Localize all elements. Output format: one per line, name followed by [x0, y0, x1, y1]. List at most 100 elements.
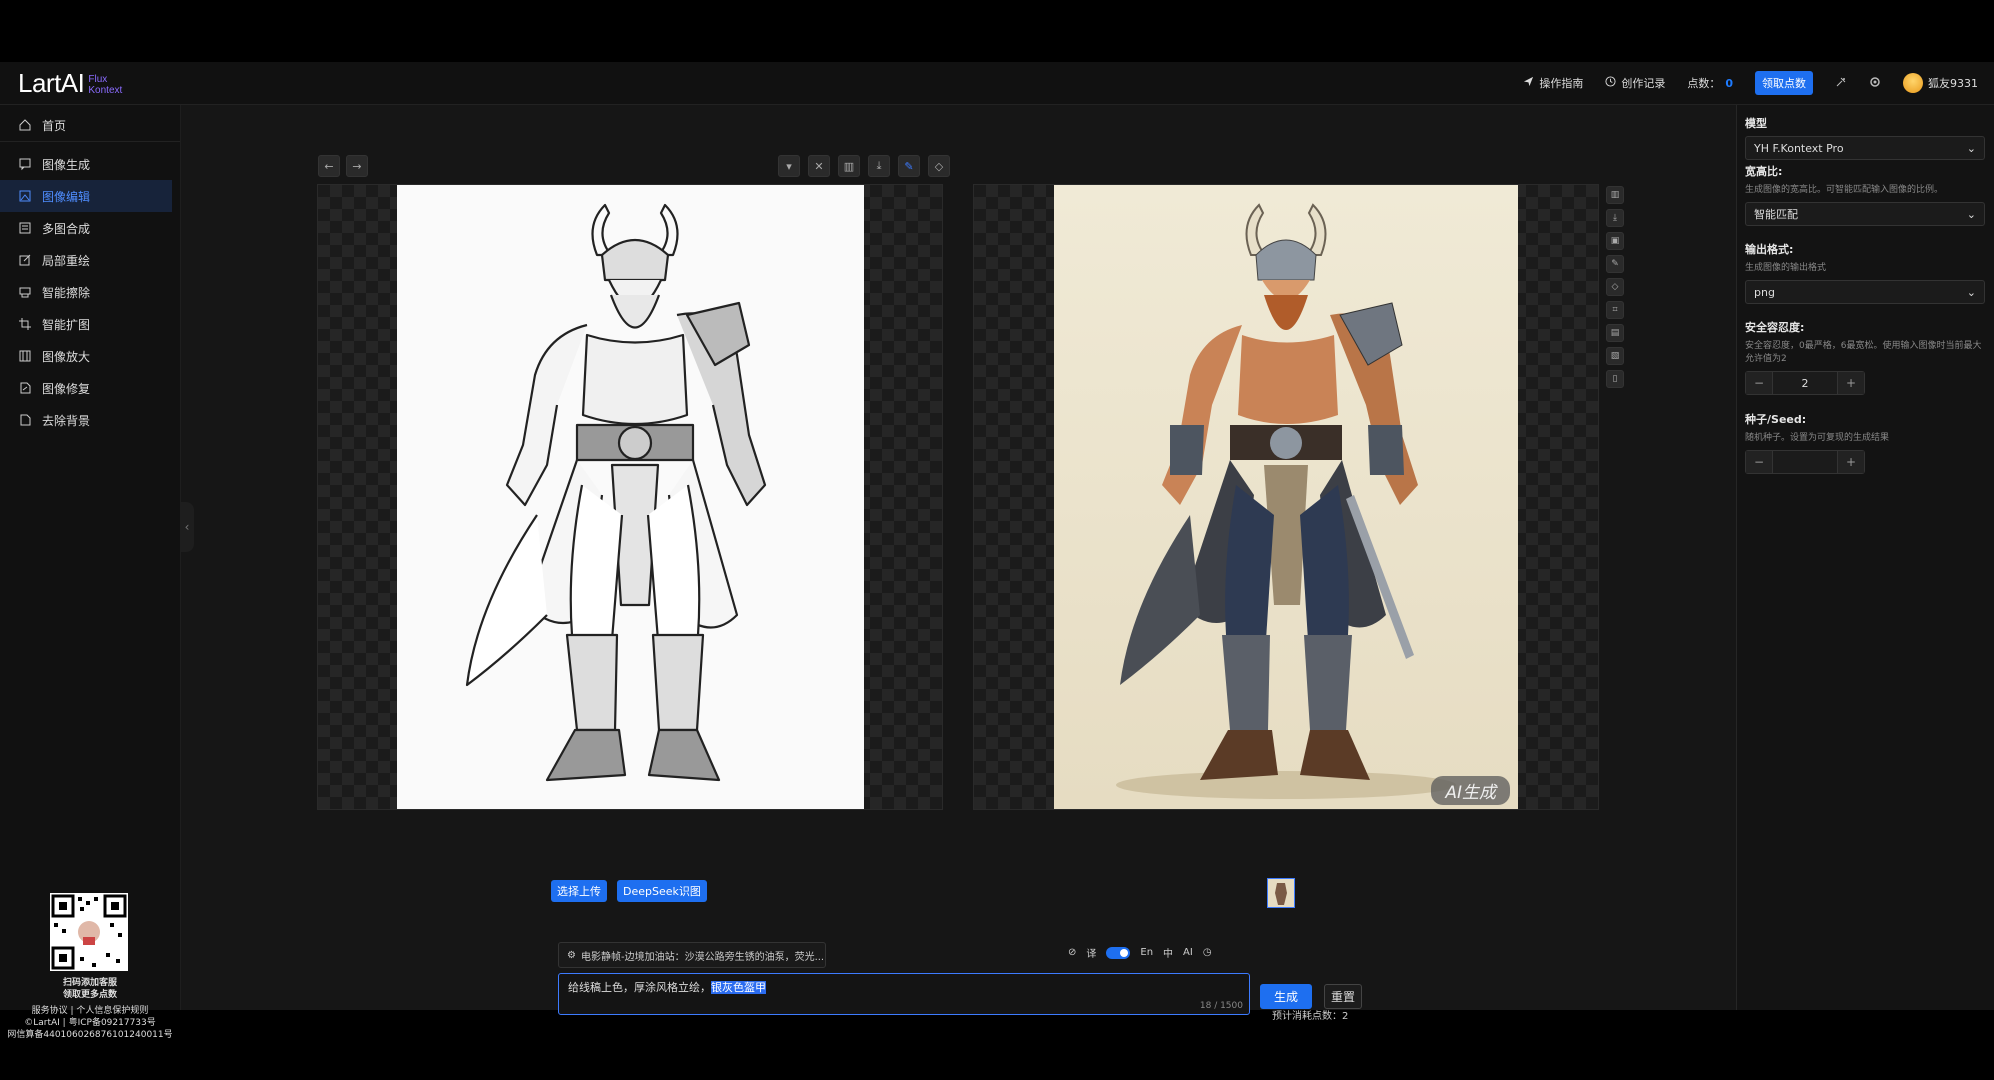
- reset-button[interactable]: 重置: [1324, 984, 1363, 1009]
- sidebar-item-image-edit[interactable]: 图像编辑: [0, 180, 172, 212]
- history-icon[interactable]: ◷: [1203, 947, 1212, 958]
- sidebar-item-upscale[interactable]: 图像放大: [0, 340, 180, 372]
- undo-button[interactable]: ←: [318, 155, 340, 177]
- output-color-image: AI生成: [1054, 185, 1518, 809]
- sidebar: 首页 图像生成 图像编辑 多图合成 局部重绘 智能擦除 智能扩图 图像放大 图像…: [0, 105, 181, 1040]
- sidebar-item-label: 图像编辑: [42, 189, 91, 204]
- sidebar-item-label: 智能擦除: [42, 285, 91, 300]
- qr-caption-1: 扫码添加客服: [62, 978, 117, 988]
- download-icon: ⤓: [876, 159, 882, 172]
- legal-links[interactable]: 服务协议 | 个人信息保护规则: [0, 1005, 180, 1017]
- download-button[interactable]: ⤓: [868, 155, 890, 177]
- input-image-panel[interactable]: [317, 184, 943, 810]
- delete-button[interactable]: ▥: [838, 155, 860, 177]
- input-actions: 选择上传 DeepSeek识图: [551, 880, 707, 902]
- prompt-preset-select[interactable]: ⚙ 电影静帧-边境加油站：沙漠公路旁生锈的油泵，荧光...: [558, 942, 826, 968]
- clear-icon[interactable]: ⊘: [1068, 947, 1076, 958]
- logo-sub: Flux Kontext: [88, 74, 122, 96]
- lang-en-button[interactable]: En: [1140, 947, 1153, 958]
- top-header: LartAI Flux Kontext 操作指南 创作记录 点数： 0 领取点数…: [0, 62, 1994, 105]
- points-display: 点数： 0: [1687, 75, 1733, 91]
- sidebar-item-multi-compose[interactable]: 多图合成: [0, 212, 180, 244]
- output-thumbnail[interactable]: [1267, 878, 1295, 908]
- seed-increment-button[interactable]: +: [1838, 451, 1864, 473]
- history-link[interactable]: 创作记录: [1605, 75, 1665, 91]
- sidebar-item-image-generate[interactable]: 图像生成: [0, 148, 180, 180]
- input-sketch-image: [397, 185, 864, 809]
- output-use-as-input-button[interactable]: ▣: [1606, 232, 1624, 250]
- upload-button[interactable]: 选择上传: [551, 880, 607, 902]
- output-crop-button[interactable]: ⌗: [1606, 301, 1624, 319]
- copyright: ©LartAI | 粤ICP备09217733号: [24, 1018, 156, 1028]
- input-image-toolbar: ▾ ✕ ▥ ⤓ ✎ ◇: [778, 155, 950, 177]
- sidebar-item-label: 图像修复: [42, 381, 91, 396]
- output-repair-button[interactable]: ▧: [1606, 347, 1624, 365]
- sidebar-item-label: 图像生成: [42, 157, 91, 172]
- seed-label: 种子/Seed:: [1745, 413, 1807, 426]
- safety-value[interactable]: 2: [1772, 372, 1838, 394]
- output-delete-button[interactable]: ▥: [1606, 186, 1624, 204]
- output-download-button[interactable]: ⤓: [1606, 209, 1624, 227]
- safety-desc: 安全容忍度，0最严格，6最宽松。使用输入图像时当前最大允许值为2: [1745, 341, 1982, 364]
- sidebar-item-label: 去除背景: [42, 413, 91, 428]
- clock-icon: [1605, 76, 1616, 90]
- logo[interactable]: LartAI Flux Kontext: [18, 68, 122, 99]
- translate-label: 译: [1086, 949, 1097, 960]
- seed-decrement-button[interactable]: −: [1746, 451, 1772, 473]
- model-select[interactable]: YH F.Kontext Pro ⌄: [1745, 136, 1985, 160]
- send-icon: [1523, 76, 1534, 90]
- sidebar-item-home[interactable]: 首页: [0, 109, 180, 142]
- generate-button[interactable]: 生成: [1260, 984, 1313, 1009]
- ratio-select[interactable]: 智能匹配 ⌄: [1745, 202, 1985, 226]
- close-button[interactable]: ✕: [808, 155, 830, 177]
- guide-label: 操作指南: [1539, 77, 1584, 90]
- sidebar-item-erase[interactable]: 智能擦除: [0, 276, 180, 308]
- redo-button[interactable]: →: [346, 155, 368, 177]
- safety-setting: 安全容忍度: 安全容忍度，0最严格，6最宽松。使用输入图像时当前最大允许值为2 …: [1745, 319, 1985, 395]
- pin-icon: ▾: [786, 159, 792, 173]
- points-label: 点数：: [1687, 77, 1721, 90]
- sidebar-item-repair[interactable]: 图像修复: [0, 372, 180, 404]
- ai-optimize-button[interactable]: AI: [1183, 947, 1193, 958]
- sidebar-item-outpaint[interactable]: 智能扩图: [0, 308, 180, 340]
- sidebar-item-inpaint[interactable]: 局部重绘: [0, 244, 180, 276]
- chevron-down-icon: ⌄: [1966, 141, 1976, 155]
- output-remove-bg-button[interactable]: ▯: [1606, 370, 1624, 388]
- translate-toggle[interactable]: [1106, 946, 1131, 959]
- prompt-input[interactable]: 给线稿上色，厚涂风格立绘，银灰色盔甲 18 / 1500: [558, 973, 1250, 1015]
- user-menu[interactable]: 狐友9331: [1903, 73, 1978, 93]
- format-label: 输出格式:: [1745, 243, 1794, 256]
- logo-text: LartAI: [18, 68, 85, 98]
- prompt-text[interactable]: 给线稿上色，厚涂风格立绘，银灰色盔甲: [568, 979, 766, 995]
- format-select[interactable]: png ⌄: [1745, 280, 1985, 304]
- ratio-value: 智能匹配: [1754, 208, 1798, 221]
- theme-icon[interactable]: [1835, 76, 1847, 91]
- deepseek-recognize-button[interactable]: DeepSeek识图: [617, 880, 707, 902]
- safety-increment-button[interactable]: +: [1838, 372, 1864, 394]
- chat-icon: [18, 157, 32, 171]
- output-erase-button[interactable]: ◇: [1606, 278, 1624, 296]
- sidebar-item-label: 图像放大: [42, 349, 91, 364]
- seed-input[interactable]: [1772, 451, 1838, 473]
- safety-decrement-button[interactable]: −: [1746, 372, 1772, 394]
- edit-icon: [18, 253, 32, 267]
- model-label: 模型: [1745, 117, 1767, 130]
- sidebar-collapse-handle[interactable]: ‹: [180, 502, 194, 552]
- sidebar-item-remove-bg[interactable]: 去除背景: [0, 404, 180, 436]
- output-edit-button[interactable]: ✎: [1606, 255, 1624, 273]
- claim-points-button[interactable]: 领取点数: [1755, 71, 1813, 95]
- lang-zh-button[interactable]: 中: [1163, 945, 1173, 960]
- output-image-panel[interactable]: AI生成: [973, 184, 1599, 810]
- trash-icon: ▥: [1610, 190, 1620, 200]
- output-upscale-button[interactable]: ▤: [1606, 324, 1624, 342]
- guide-link[interactable]: 操作指南: [1523, 75, 1583, 91]
- preset-text: 电影静帧-边境加油站：沙漠公路旁生锈的油泵，荧光...: [580, 951, 825, 963]
- seed-desc: 随机种子。设置为可复现的生成结果: [1745, 433, 1890, 443]
- estimated-cost: 预计消耗点数：2: [1272, 1011, 1349, 1022]
- header-actions: 操作指南 创作记录 点数： 0 领取点数 狐友9331: [1523, 62, 1978, 104]
- brush-button[interactable]: ✎: [898, 155, 920, 177]
- gear-icon[interactable]: [1869, 76, 1881, 91]
- pin-button[interactable]: ▾: [778, 155, 800, 177]
- seed-stepper: − +: [1745, 450, 1865, 474]
- eraser-button[interactable]: ◇: [928, 155, 950, 177]
